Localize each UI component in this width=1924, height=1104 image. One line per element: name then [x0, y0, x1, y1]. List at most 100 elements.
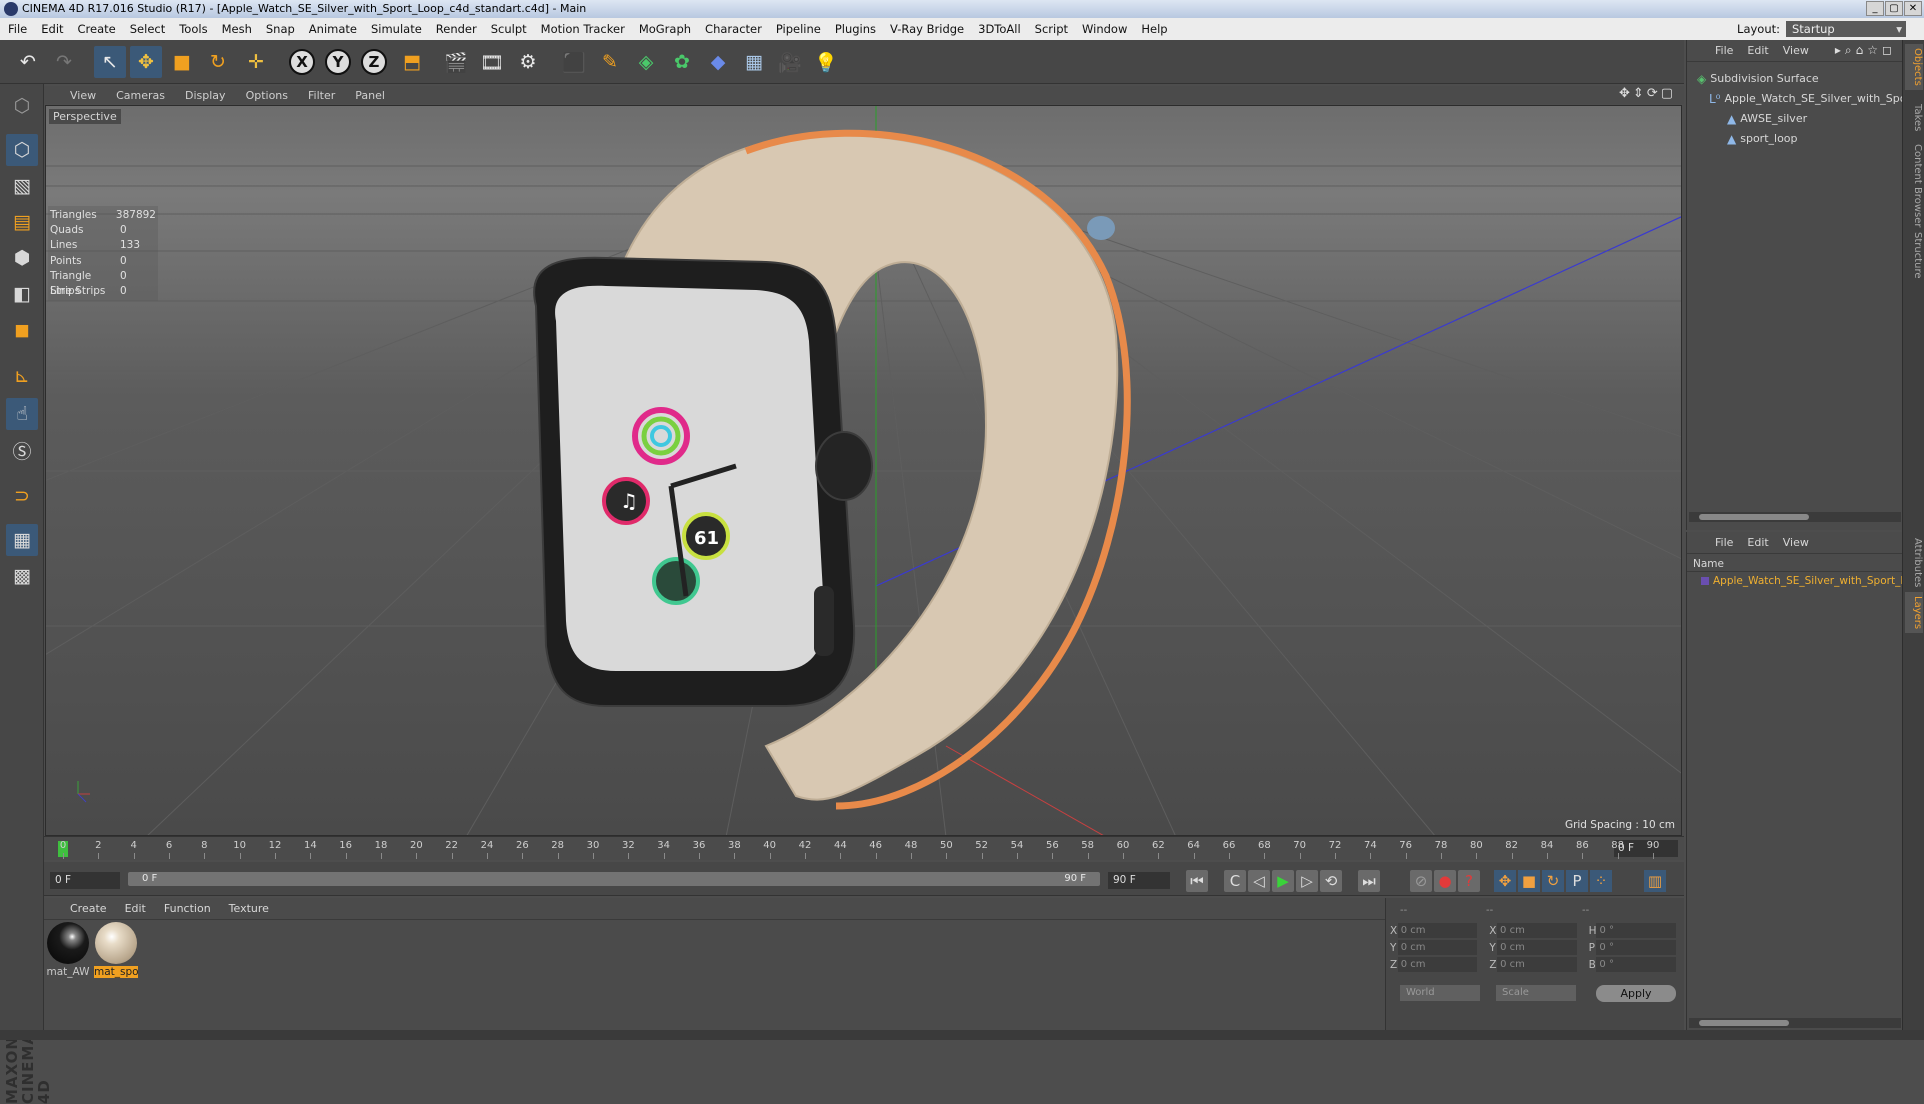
camera-icon[interactable]: 🎥: [774, 46, 806, 78]
tab-structure[interactable]: Structure: [1905, 228, 1923, 283]
object-manager-scrollbar[interactable]: [1689, 512, 1901, 522]
layer-menu-view[interactable]: View: [1783, 536, 1809, 549]
object-row-apple-watch[interactable]: L⁰ Apple_Watch_SE_Silver_with_Sport_Loop: [1709, 90, 1924, 108]
object-manager-tool-icons[interactable]: ▸⌕⌂☆◻: [1835, 43, 1896, 58]
edges-mode-icon[interactable]: ◧: [6, 278, 38, 310]
viewport-menu-panel[interactable]: Panel: [355, 89, 385, 102]
material-menu-texture[interactable]: Texture: [229, 902, 269, 915]
menu-snap[interactable]: Snap: [266, 22, 295, 36]
pen-spline-icon[interactable]: ✎: [594, 46, 626, 78]
preview-range-slider[interactable]: 0 F 90 F: [128, 872, 1100, 886]
record-keys-icon[interactable]: ●: [1434, 870, 1456, 892]
mograph-cloner-icon[interactable]: ✿: [666, 46, 698, 78]
close-button[interactable]: ✕: [1904, 1, 1922, 16]
timeline-ruler[interactable]: 0 F 024681012141618202224262830323436384…: [44, 836, 1684, 860]
z-axis-lock-button[interactable]: Z: [361, 49, 387, 75]
tab-objects[interactable]: Objects: [1905, 44, 1923, 90]
size-x-field[interactable]: 0 cm: [1497, 923, 1577, 938]
workplane-mode-icon[interactable]: ▤: [6, 206, 38, 238]
axis-mode-icon[interactable]: ⊾: [6, 360, 38, 392]
coordinate-space-dropdown[interactable]: World: [1400, 985, 1480, 1001]
size-z-field[interactable]: 0 cm: [1497, 957, 1577, 972]
tab-content-browser[interactable]: Content Browser: [1905, 140, 1923, 231]
object-menu-edit[interactable]: Edit: [1747, 44, 1768, 57]
material-swatch-aw[interactable]: mat_AW: [46, 922, 90, 978]
menu-tools[interactable]: Tools: [179, 22, 207, 36]
move-tool-icon[interactable]: ✥: [130, 46, 162, 78]
render-settings-icon[interactable]: ⚙: [512, 46, 544, 78]
max-frame-field[interactable]: 90 F: [1108, 872, 1170, 889]
scale-tool-icon[interactable]: ■: [166, 46, 198, 78]
position-y-field[interactable]: 0 cm: [1398, 940, 1478, 955]
menu-pipeline[interactable]: Pipeline: [776, 22, 821, 36]
viewport-menu-cameras[interactable]: Cameras: [116, 89, 165, 102]
size-mode-dropdown[interactable]: Scale: [1496, 985, 1576, 1001]
tweak-mode-icon[interactable]: ☝: [6, 398, 38, 430]
goto-start-icon[interactable]: ⏮: [1186, 870, 1208, 892]
viewport-menu-options[interactable]: Options: [246, 89, 288, 102]
y-axis-lock-button[interactable]: Y: [325, 49, 351, 75]
goto-end-icon[interactable]: ⏭: [1358, 870, 1380, 892]
current-frame-field[interactable]: 0 F: [50, 872, 120, 889]
floor-scene-icon[interactable]: ▦: [738, 46, 770, 78]
size-y-field[interactable]: 0 cm: [1497, 940, 1577, 955]
render-view-icon[interactable]: 🎬: [440, 46, 472, 78]
tab-attributes[interactable]: Attributes: [1905, 534, 1923, 591]
polygons-mode-icon[interactable]: ◼: [6, 314, 38, 346]
viewport-menu-display[interactable]: Display: [185, 89, 226, 102]
render-picture-viewer-icon[interactable]: 🎞: [476, 46, 508, 78]
tab-takes[interactable]: Takes: [1905, 100, 1923, 135]
layer-menu-edit[interactable]: Edit: [1747, 536, 1768, 549]
menu-render[interactable]: Render: [436, 22, 477, 36]
object-row-awse-silver[interactable]: ▲ AWSE_silver: [1727, 110, 1807, 128]
menu-motion-tracker[interactable]: Motion Tracker: [541, 22, 625, 36]
key-parameter-icon[interactable]: P: [1566, 870, 1588, 892]
prev-key-icon[interactable]: C: [1224, 870, 1246, 892]
timeline-window-icon[interactable]: ▥: [1644, 870, 1666, 892]
key-rotation-icon[interactable]: ↻: [1542, 870, 1564, 892]
viewport-navigation-icons[interactable]: ✥⇕⟳▢: [1619, 86, 1676, 101]
rotation-p-field[interactable]: 0 °: [1596, 940, 1676, 955]
object-menu-file[interactable]: File: [1715, 44, 1733, 57]
layer-menu-file[interactable]: File: [1715, 536, 1733, 549]
layer-row[interactable]: Apple_Watch_SE_Silver_with_Sport_Loop: [1701, 572, 1924, 590]
light-icon[interactable]: 💡: [810, 46, 842, 78]
menu-window[interactable]: Window: [1082, 22, 1127, 36]
key-position-icon[interactable]: ✥: [1494, 870, 1516, 892]
position-z-field[interactable]: 0 cm: [1398, 957, 1478, 972]
scrollbar-thumb[interactable]: [1699, 1020, 1789, 1026]
next-frame-icon[interactable]: ▷: [1296, 870, 1318, 892]
menu-create[interactable]: Create: [78, 22, 116, 36]
menu-edit[interactable]: Edit: [41, 22, 63, 36]
menu-mograph[interactable]: MoGraph: [639, 22, 691, 36]
menu-file[interactable]: File: [8, 22, 27, 36]
menu-sculpt[interactable]: Sculpt: [491, 22, 527, 36]
workplane-grid-icon[interactable]: ▦: [6, 524, 38, 556]
perspective-viewport[interactable]: ♫ 61 Perspective Triangles387892 Quads0 …: [45, 105, 1682, 836]
menu-simulate[interactable]: Simulate: [371, 22, 422, 36]
record-disabled-icon[interactable]: ⊘: [1410, 870, 1432, 892]
magnet-icon[interactable]: ⊃: [6, 480, 38, 512]
material-menu-function[interactable]: Function: [164, 902, 211, 915]
deformer-icon[interactable]: ◆: [702, 46, 734, 78]
loop-icon[interactable]: ⟲: [1320, 870, 1342, 892]
locked-workplane-icon[interactable]: ▩: [6, 560, 38, 592]
menu-animate[interactable]: Animate: [309, 22, 357, 36]
coordinate-system-icon[interactable]: ⬒: [396, 46, 428, 78]
layer-name-column-header[interactable]: Name: [1687, 556, 1903, 572]
texture-mode-icon[interactable]: ▧: [6, 170, 38, 202]
object-menu-view[interactable]: View: [1783, 44, 1809, 57]
redo-icon[interactable]: ↷: [48, 46, 80, 78]
menu-character[interactable]: Character: [705, 22, 762, 36]
maximize-button[interactable]: ▢: [1885, 1, 1903, 16]
viewport-menu-view[interactable]: View: [70, 89, 96, 102]
subdivision-surface-icon[interactable]: ◈: [630, 46, 662, 78]
make-editable-icon[interactable]: ⬡: [6, 90, 38, 122]
cube-primitive-icon[interactable]: ⬛: [558, 46, 590, 78]
layer-manager-scrollbar[interactable]: [1689, 1018, 1901, 1028]
material-swatch-sport[interactable]: mat_spo: [94, 922, 138, 978]
x-axis-lock-button[interactable]: X: [289, 49, 315, 75]
play-icon[interactable]: ▶: [1272, 870, 1294, 892]
layout-dropdown[interactable]: Startup: [1786, 21, 1906, 37]
menu-plugins[interactable]: Plugins: [835, 22, 876, 36]
